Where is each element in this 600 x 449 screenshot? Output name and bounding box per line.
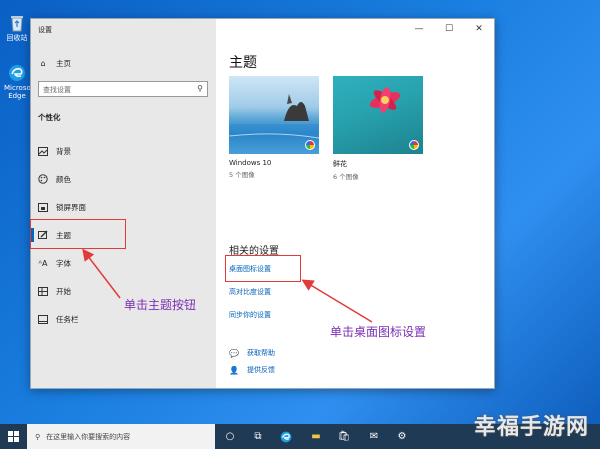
sidebar-item-home[interactable]: ⌂ 主页 [38,57,71,69]
store-icon: 🛍 [337,431,351,442]
palette-swatch [305,140,315,150]
recycle-bin-icon [11,16,23,32]
sidebar-item-label: 任务栏 [56,314,79,324]
picture-icon [38,146,48,156]
sidebar-item-label: 字体 [56,258,71,268]
annotation-text-desktop-icon: 单击桌面图标设置 [330,325,427,339]
high-contrast-settings-link[interactable]: 高对比度设置 [229,287,271,297]
home-icon: ⌂ [40,58,46,68]
settings-taskbar-button[interactable]: ⚙ [390,424,414,449]
feedback-link[interactable]: 👤 提供反馈 [229,365,275,375]
palette-swatch [409,140,419,150]
get-help-link[interactable]: 💬 获取帮助 [229,348,275,358]
lockscreen-icon [38,202,48,212]
annotation-box-theme [30,219,126,249]
sidebar-item-label: 颜色 [56,174,71,184]
section-title: 个性化 [38,113,61,122]
start-icon [38,286,48,296]
store-button[interactable]: 🛍 [332,424,356,449]
theme-card-windows10[interactable]: Windows 10 5 个图像 [229,76,319,179]
theme-thumbnail [333,76,423,154]
window-controls: — ☐ ✕ [404,19,494,39]
taskbar-search-input[interactable]: ⚲ 在这里输入你要搜索的内容 [27,424,215,449]
recycle-bin-label: 回收站 [6,34,28,42]
sidebar-item-lockscreen[interactable]: 锁屏界面 [38,201,86,213]
gear-icon: ⚙ [397,431,407,442]
feedback-icon: 👤 [229,365,239,375]
font-icon: ᴬA [38,258,48,268]
maximize-button[interactable]: ☐ [434,19,464,39]
sidebar-item-label: 背景 [56,146,71,156]
sidebar-item-background[interactable]: 背景 [38,145,71,157]
circle-icon: ○ [225,431,235,442]
sidebar-home-label: 主页 [56,58,71,68]
theme-name: 鲜花 [333,160,347,168]
sidebar-item-start[interactable]: 开始 [38,285,71,297]
theme-image-count: 6 个图像 [333,173,359,181]
task-view-button[interactable]: ⧉ [246,424,270,449]
edge-icon [9,65,25,81]
mail-button[interactable]: ✉ [362,424,386,449]
cortana-button[interactable]: ○ [218,424,242,449]
minimize-button[interactable]: — [404,19,434,39]
watermark: 幸福手游网 [474,414,590,440]
start-button[interactable] [0,424,27,449]
palette-icon [38,174,48,184]
page-title: 主题 [229,55,257,71]
windows-logo-icon [8,431,19,442]
edge-desktop-icon[interactable]: Microsoft Edge [4,64,36,100]
sidebar-item-label: 锁屏界面 [56,202,86,212]
feedback-label: 提供反馈 [246,366,275,374]
settings-search-input[interactable]: 查找设置 ⚲ [38,81,208,97]
annotation-box-desktop-icon [225,255,301,282]
search-placeholder: 查找设置 [43,86,71,94]
sync-settings-link[interactable]: 同步你的设置 [229,310,271,320]
theme-thumbnail [229,76,319,154]
taskbar-search-placeholder: 在这里输入你要搜索的内容 [46,432,131,441]
sidebar-item-label: 开始 [56,286,71,296]
theme-name: Windows 10 [229,159,272,167]
sidebar-item-taskbar[interactable]: 任务栏 [38,313,79,325]
help-chat-icon: 💬 [229,348,239,358]
task-view-icon: ⧉ [254,431,262,442]
edge-icon [280,431,292,442]
search-icon: ⚲ [197,84,203,93]
sidebar-item-colors[interactable]: 颜色 [38,173,71,185]
sidebar: 设置 ⌂ 主页 查找设置 ⚲ 个性化 背景 颜色 锁屏界面 主题 ᴬA 字体 开… [31,19,216,388]
search-icon: ⚲ [35,432,41,441]
annotation-text-theme: 单击主题按钮 [124,298,197,312]
edge-taskbar-button[interactable] [274,424,298,449]
folder-icon: ▬ [311,431,321,442]
recycle-bin-desktop-icon[interactable]: 回收站 [4,14,30,42]
mail-icon: ✉ [369,431,379,442]
get-help-label: 获取帮助 [246,349,275,357]
window-title: 设置 [38,26,52,34]
close-button[interactable]: ✕ [464,19,494,39]
taskbar-icon [38,314,48,324]
file-explorer-button[interactable]: ▬ [304,424,328,449]
sidebar-item-fonts[interactable]: ᴬA 字体 [38,257,71,269]
theme-card-flowers[interactable]: 鲜花 6 个图像 [333,76,423,181]
theme-image-count: 5 个图像 [229,171,255,179]
